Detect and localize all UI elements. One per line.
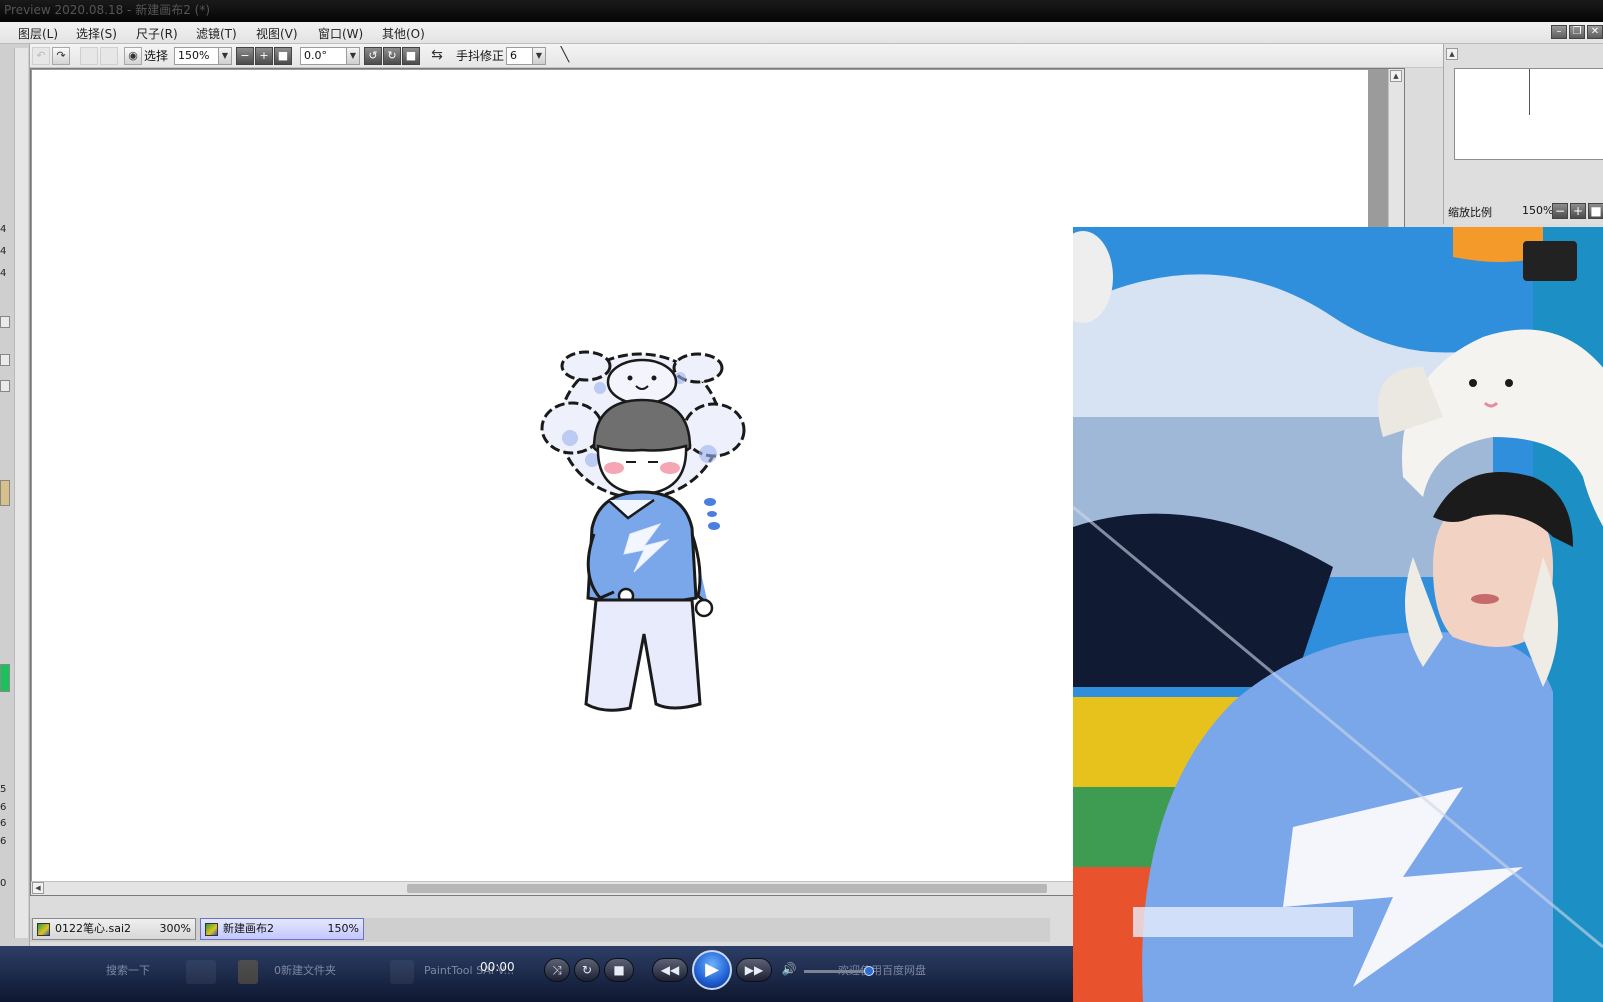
stabilizer-label: 手抖修正 bbox=[456, 49, 505, 63]
left-panel-button[interactable] bbox=[0, 380, 10, 392]
zoom-out-icon[interactable]: − bbox=[236, 47, 254, 65]
navigator-view-marker bbox=[1529, 69, 1530, 115]
menu-filter[interactable]: 滤镜(T) bbox=[196, 25, 237, 42]
navigator-zoom-in-icon[interactable]: + bbox=[1570, 203, 1586, 219]
rotate-reset-icon[interactable]: ■ bbox=[402, 47, 420, 65]
scroll-left-icon[interactable]: ◀ bbox=[32, 882, 44, 894]
left-value: 4 bbox=[0, 268, 7, 279]
zoom-field[interactable]: 150% bbox=[174, 47, 224, 65]
volume-icon[interactable]: 🔊 bbox=[778, 958, 800, 982]
horizontal-scroll-thumb[interactable] bbox=[407, 884, 1047, 893]
volume-slider[interactable] bbox=[804, 966, 874, 976]
window-title: Preview 2020.08.18 - 新建画布2 (*) bbox=[4, 3, 211, 17]
taskbar-folder[interactable]: 0新建文件夹 bbox=[274, 956, 336, 986]
undo-icon[interactable]: ↶ bbox=[32, 47, 50, 65]
menu-bar: 图层(L) 选择(S) 尺子(R) 滤镜(T) 视图(V) 窗口(W) 其他(O… bbox=[0, 22, 1603, 44]
redo-icon[interactable]: ↷ bbox=[52, 47, 70, 65]
zoom-in-icon[interactable]: + bbox=[255, 47, 273, 65]
file-tab-name: 新建画布2 bbox=[223, 922, 274, 935]
shuffle-icon[interactable]: ⤨ bbox=[544, 958, 570, 982]
close-icon[interactable]: ✕ bbox=[1587, 25, 1603, 39]
file-tab-active[interactable]: 新建画布2 150% bbox=[200, 918, 364, 940]
restore-icon[interactable]: ❐ bbox=[1569, 25, 1585, 39]
app-root: Preview 2020.08.18 - 新建画布2 (*) 图层(L) 选择(… bbox=[0, 0, 1603, 1002]
left-value: 5 bbox=[0, 784, 7, 795]
menu-other[interactable]: 其他(O) bbox=[382, 25, 425, 42]
toolbar: ↶ ↷ ◉ 选择 150% ▼ − + ■ 0.0° ▼ ↺ ↻ ■ ⇆ 手抖修… bbox=[0, 44, 1445, 68]
menu-select[interactable]: 选择(S) bbox=[76, 25, 117, 42]
play-icon[interactable]: ▶ bbox=[692, 950, 732, 990]
file-tab-zoom: 150% bbox=[327, 922, 359, 935]
navigator-zoom-row: 缩放比例 150% − + ■ bbox=[1448, 202, 1603, 222]
title-bar: Preview 2020.08.18 - 新建画布2 (*) bbox=[0, 0, 1603, 22]
left-value: 6 bbox=[0, 836, 7, 847]
rewind-icon[interactable]: ◀◀ bbox=[652, 958, 688, 982]
menu-layer[interactable]: 图层(L) bbox=[18, 25, 58, 42]
left-value: 6 bbox=[0, 818, 7, 829]
minimize-icon[interactable]: – bbox=[1551, 25, 1567, 39]
left-value: 6 bbox=[0, 802, 7, 813]
rotate-left-icon[interactable]: ↺ bbox=[364, 47, 382, 65]
volume-knob[interactable] bbox=[864, 966, 874, 976]
taskbar-search[interactable]: 搜索一下 bbox=[106, 956, 150, 986]
left-value: 4 bbox=[0, 246, 7, 257]
folder-icon[interactable] bbox=[238, 960, 258, 984]
left-panel-button[interactable] bbox=[0, 316, 10, 328]
left-panel-scrollbar[interactable] bbox=[14, 48, 28, 938]
file-tabs: 0122笔心.sai2 300% 新建画布2 150% bbox=[30, 918, 1050, 942]
scroll-up-icon[interactable]: ▲ bbox=[1390, 70, 1402, 82]
chibi-sheep-drawing bbox=[540, 350, 746, 712]
navigator-zoom-out-icon[interactable]: − bbox=[1552, 203, 1568, 219]
color-swatch-tan[interactable] bbox=[0, 480, 10, 506]
left-tool-panel: 4 4 4 5 6 6 6 0 bbox=[0, 44, 30, 946]
menu-window[interactable]: 窗口(W) bbox=[318, 25, 363, 42]
stabilizer-dropdown-icon[interactable]: ▼ bbox=[532, 47, 546, 65]
menu-ruler[interactable]: 尺子(R) bbox=[136, 25, 178, 42]
media-time: 00:00 bbox=[480, 960, 515, 974]
media-controls: 00:00 ⤨ ↻ ■ ◀◀ ▶ ▶▶ 🔊 bbox=[480, 950, 900, 996]
flip-icon[interactable]: ⇆ bbox=[428, 47, 446, 65]
sai-file-icon bbox=[37, 923, 50, 936]
zoom-dropdown-icon[interactable]: ▼ bbox=[218, 47, 232, 65]
deselect-icon[interactable] bbox=[80, 47, 98, 65]
left-value: 4 bbox=[0, 224, 7, 235]
file-tab[interactable]: 0122笔心.sai2 300% bbox=[32, 918, 196, 940]
invert-selection-icon[interactable] bbox=[100, 47, 118, 65]
painttool-icon[interactable] bbox=[390, 960, 414, 984]
file-tab-zoom: 300% bbox=[159, 922, 191, 935]
left-value: 0 bbox=[0, 878, 7, 889]
desktop-icon[interactable] bbox=[186, 960, 216, 984]
zoom-reset-icon[interactable]: ■ bbox=[274, 47, 292, 65]
navigator-preview[interactable] bbox=[1454, 68, 1603, 160]
sai-file-icon bbox=[205, 923, 218, 936]
left-panel-button[interactable] bbox=[0, 354, 10, 366]
repeat-icon[interactable]: ↻ bbox=[574, 958, 600, 982]
stop-icon[interactable]: ■ bbox=[604, 958, 634, 982]
rotation-dropdown-icon[interactable]: ▼ bbox=[346, 47, 360, 65]
eye-icon[interactable]: ◉ bbox=[124, 47, 142, 65]
file-tab-name: 0122笔心.sai2 bbox=[55, 922, 132, 935]
menu-view[interactable]: 视图(V) bbox=[256, 25, 298, 42]
line-tool-icon[interactable]: ╲ bbox=[556, 47, 574, 65]
reference-photo bbox=[1073, 227, 1603, 1002]
color-swatch-green[interactable] bbox=[0, 664, 10, 692]
reference-photo-image bbox=[1073, 227, 1603, 1002]
navigator-zoom-reset-icon[interactable]: ■ bbox=[1588, 203, 1603, 219]
fast-forward-icon[interactable]: ▶▶ bbox=[736, 958, 772, 982]
navigator-zoom-value[interactable]: 150% bbox=[1522, 204, 1553, 217]
navigator-zoom-label: 缩放比例 bbox=[1448, 206, 1492, 219]
select-label: 选择 bbox=[144, 49, 169, 63]
rotate-right-icon[interactable]: ↻ bbox=[383, 47, 401, 65]
window-controls: – ❐ ✕ bbox=[1551, 25, 1603, 41]
navigator-collapse-icon[interactable]: ▲ bbox=[1446, 48, 1458, 60]
navigator-panel: ▲ 缩放比例 150% − + ■ bbox=[1443, 44, 1603, 224]
